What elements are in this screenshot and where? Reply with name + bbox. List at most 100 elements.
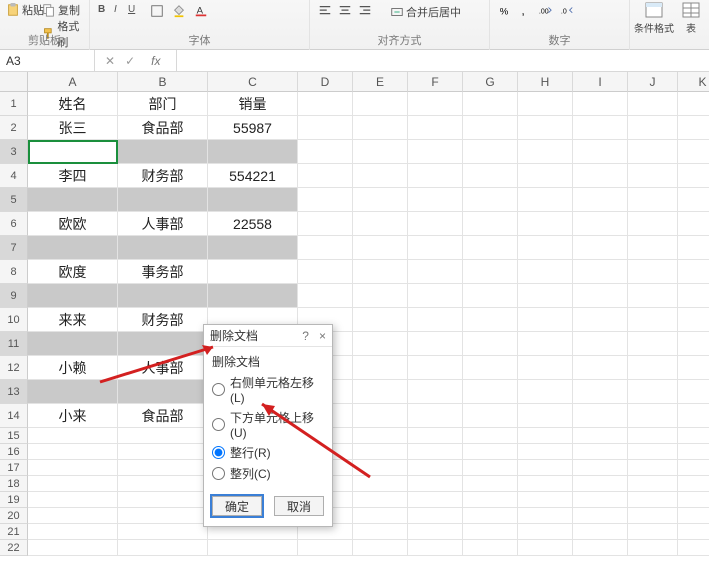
cell-G7[interactable] — [463, 236, 518, 260]
fill-color-button[interactable] — [172, 4, 186, 18]
cell-C6[interactable]: 22558 — [208, 212, 298, 236]
cell-I2[interactable] — [573, 116, 628, 140]
cell-K9[interactable] — [678, 284, 709, 308]
cell-F4[interactable] — [408, 164, 463, 188]
cell-F15[interactable] — [408, 428, 463, 444]
cell-K12[interactable] — [678, 356, 709, 380]
cell-J14[interactable] — [628, 404, 678, 428]
cell-J9[interactable] — [628, 284, 678, 308]
cell-I12[interactable] — [573, 356, 628, 380]
row-header-20[interactable]: 20 — [0, 508, 28, 524]
cell-E14[interactable] — [353, 404, 408, 428]
cell-K1[interactable] — [678, 92, 709, 116]
cell-E12[interactable] — [353, 356, 408, 380]
cell-G12[interactable] — [463, 356, 518, 380]
cell-H15[interactable] — [518, 428, 573, 444]
cell-E3[interactable] — [353, 140, 408, 164]
paste-button[interactable]: 粘贴 — [6, 2, 44, 18]
cell-G17[interactable] — [463, 460, 518, 476]
cell-I4[interactable] — [573, 164, 628, 188]
cell-G8[interactable] — [463, 260, 518, 284]
cell-H12[interactable] — [518, 356, 573, 380]
cell-J10[interactable] — [628, 308, 678, 332]
option-entire-col[interactable]: 整列(C) — [212, 465, 324, 482]
name-box[interactable]: A3 — [0, 50, 95, 71]
radio-entire-col[interactable] — [212, 467, 225, 480]
row-header-10[interactable]: 10 — [0, 308, 28, 332]
cell-A18[interactable] — [28, 476, 118, 492]
underline-button[interactable]: U — [128, 4, 135, 15]
cell-E9[interactable] — [353, 284, 408, 308]
cell-J17[interactable] — [628, 460, 678, 476]
cell-B2[interactable]: 食品部 — [118, 116, 208, 140]
column-header-H[interactable]: H — [518, 72, 573, 92]
cell-G22[interactable] — [463, 540, 518, 556]
cell-C9[interactable] — [208, 284, 298, 308]
cell-G14[interactable] — [463, 404, 518, 428]
cancel-formula-button[interactable]: ✕ — [105, 54, 115, 68]
cell-I17[interactable] — [573, 460, 628, 476]
cell-A2[interactable]: 张三 — [28, 116, 118, 140]
bold-button[interactable]: B — [98, 4, 105, 15]
ok-button[interactable]: 确定 — [212, 496, 262, 516]
column-header-F[interactable]: F — [408, 72, 463, 92]
cell-A16[interactable] — [28, 444, 118, 460]
formula-input[interactable] — [177, 50, 709, 71]
cell-C8[interactable] — [208, 260, 298, 284]
cell-A6[interactable]: 欧欧 — [28, 212, 118, 236]
cell-G20[interactable] — [463, 508, 518, 524]
cell-J4[interactable] — [628, 164, 678, 188]
cell-F17[interactable] — [408, 460, 463, 476]
cell-A9[interactable] — [28, 284, 118, 308]
cell-D4[interactable] — [298, 164, 353, 188]
cell-D8[interactable] — [298, 260, 353, 284]
table-format-button[interactable]: 表 — [682, 2, 700, 35]
cell-A13[interactable] — [28, 380, 118, 404]
cell-H5[interactable] — [518, 188, 573, 212]
cell-E16[interactable] — [353, 444, 408, 460]
comma-button[interactable]: , — [518, 4, 532, 18]
column-header-K[interactable]: K — [678, 72, 709, 92]
cell-J3[interactable] — [628, 140, 678, 164]
cell-J18[interactable] — [628, 476, 678, 492]
cell-H16[interactable] — [518, 444, 573, 460]
cell-E22[interactable] — [353, 540, 408, 556]
cell-H7[interactable] — [518, 236, 573, 260]
cell-H22[interactable] — [518, 540, 573, 556]
cell-J8[interactable] — [628, 260, 678, 284]
row-header-12[interactable]: 12 — [0, 356, 28, 380]
row-header-16[interactable]: 16 — [0, 444, 28, 460]
cell-J13[interactable] — [628, 380, 678, 404]
column-header-C[interactable]: C — [208, 72, 298, 92]
cell-B10[interactable]: 财务部 — [118, 308, 208, 332]
row-header-9[interactable]: 9 — [0, 284, 28, 308]
cell-K22[interactable] — [678, 540, 709, 556]
option-entire-row[interactable]: 整行(R) — [212, 444, 324, 461]
cell-I16[interactable] — [573, 444, 628, 460]
radio-shift-up[interactable] — [212, 418, 225, 431]
cell-E10[interactable] — [353, 308, 408, 332]
cell-G13[interactable] — [463, 380, 518, 404]
row-header-3[interactable]: 3 — [0, 140, 28, 164]
cell-C2[interactable]: 55987 — [208, 116, 298, 140]
percent-button[interactable]: % — [498, 4, 512, 18]
cell-H14[interactable] — [518, 404, 573, 428]
align-left-button[interactable] — [318, 4, 332, 18]
cell-J1[interactable] — [628, 92, 678, 116]
cell-I20[interactable] — [573, 508, 628, 524]
cell-B20[interactable] — [118, 508, 208, 524]
cell-A19[interactable] — [28, 492, 118, 508]
cell-E1[interactable] — [353, 92, 408, 116]
cell-K13[interactable] — [678, 380, 709, 404]
cell-B15[interactable] — [118, 428, 208, 444]
cell-I9[interactable] — [573, 284, 628, 308]
cell-D6[interactable] — [298, 212, 353, 236]
cell-E8[interactable] — [353, 260, 408, 284]
row-header-17[interactable]: 17 — [0, 460, 28, 476]
cell-K2[interactable] — [678, 116, 709, 140]
cell-B6[interactable]: 人事部 — [118, 212, 208, 236]
cell-H11[interactable] — [518, 332, 573, 356]
cell-I7[interactable] — [573, 236, 628, 260]
cell-G16[interactable] — [463, 444, 518, 460]
cell-D22[interactable] — [298, 540, 353, 556]
